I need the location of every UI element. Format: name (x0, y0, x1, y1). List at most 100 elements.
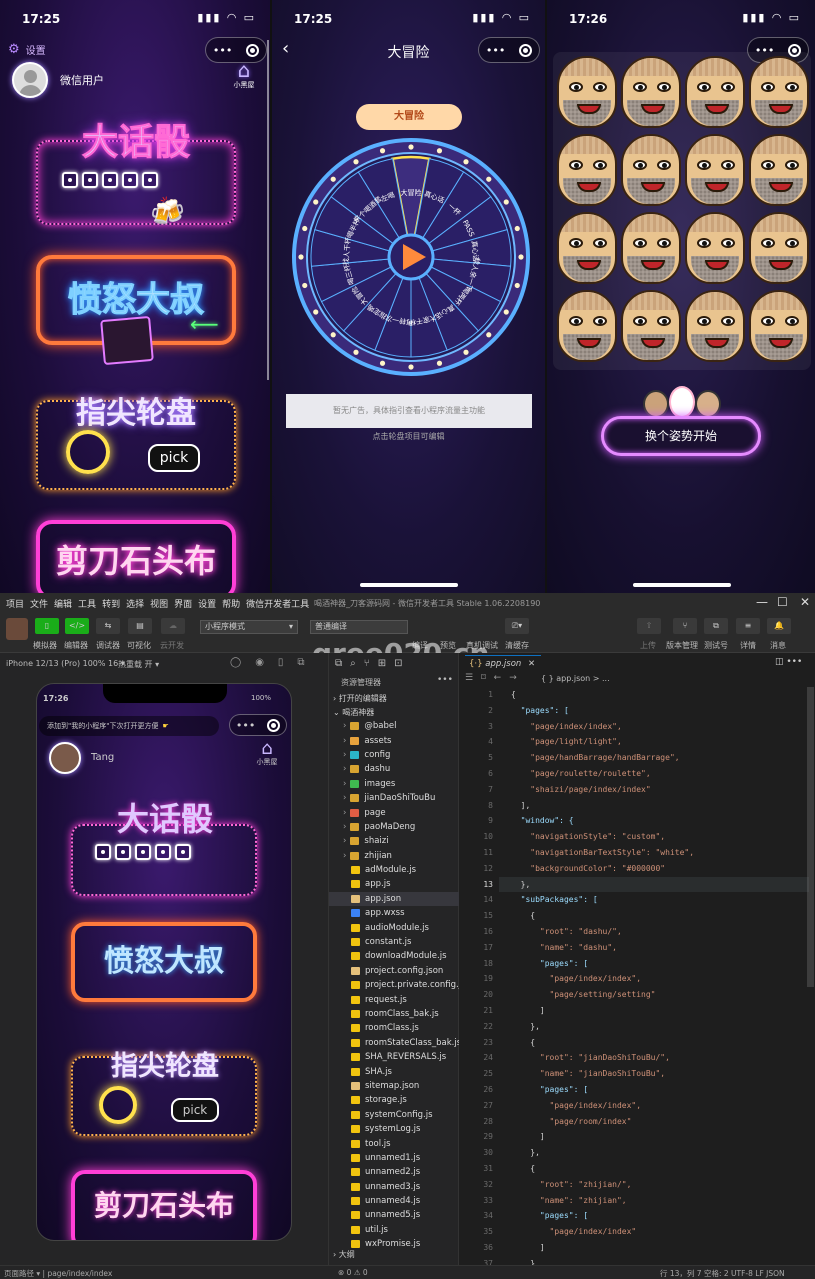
folder-item[interactable]: › config (329, 748, 459, 762)
file-item[interactable]: audioModule.js (329, 920, 459, 934)
open-editors-section[interactable]: › 打开的编辑器 (333, 693, 387, 704)
home-button[interactable]: ⌂ 小黑屋 (228, 58, 260, 90)
code-line[interactable]: "navigationStyle": "custom", (511, 829, 801, 845)
angry-uncle-face[interactable] (685, 134, 745, 206)
folder-item[interactable]: › shaizi (329, 834, 459, 848)
settings-button[interactable]: ⚙ 设置 (8, 42, 46, 57)
code-line[interactable]: "backgroundColor": "#000000" (511, 861, 801, 877)
code-line[interactable]: "page/index/index", (511, 719, 801, 735)
problems-count[interactable]: ⊗ 0 ⚠ 0 (338, 1268, 368, 1277)
code-line[interactable]: }, (511, 877, 801, 893)
code-line[interactable]: "pages": [ (511, 1208, 801, 1224)
code-line[interactable]: "name": "zhijian", (511, 1193, 801, 1209)
angry-uncle-face[interactable] (621, 56, 681, 128)
more-icon[interactable]: ••• (213, 44, 232, 57)
notification-icon[interactable]: 🔔 (767, 618, 791, 634)
file-item[interactable]: sitemap.json (329, 1079, 459, 1093)
file-item[interactable]: roomClass.js (329, 1021, 459, 1035)
file-item[interactable]: app.js (329, 877, 459, 891)
file-item[interactable]: systemConfig.js (329, 1108, 459, 1122)
folder-item[interactable]: › paoMaDeng (329, 820, 459, 834)
code-line[interactable]: "navigationBarTextStyle": "white", (511, 845, 801, 861)
angry-uncle-face[interactable] (557, 56, 617, 128)
file-item[interactable]: unnamed1.js (329, 1151, 459, 1165)
code-line[interactable]: ] (511, 1240, 801, 1256)
angry-uncle-face[interactable] (685, 212, 745, 284)
angry-uncle-face[interactable] (621, 212, 681, 284)
code-line[interactable]: "page/index/index", (511, 1098, 801, 1114)
menu-item[interactable]: 视图 (150, 597, 168, 610)
folder-item[interactable]: › dashu (329, 762, 459, 776)
file-item[interactable]: tool.js (329, 1136, 459, 1150)
avatar[interactable] (12, 62, 48, 98)
close-icon[interactable] (267, 718, 281, 732)
angry-uncle-face[interactable] (557, 134, 617, 206)
code-line[interactable]: "root": "zhijian/", (511, 1177, 801, 1193)
angry-uncle-face[interactable] (749, 290, 809, 362)
file-item[interactable]: roomClass_bak.js (329, 1007, 459, 1021)
visual-toggle-icon[interactable]: ▤ (128, 618, 152, 634)
code-line[interactable]: { (511, 1161, 801, 1177)
code-line[interactable]: "root": "dashu/", (511, 924, 801, 940)
test-account-icon[interactable]: ⧉ (704, 618, 728, 634)
file-item[interactable]: util.js (329, 1223, 459, 1237)
folder-item[interactable]: › images (329, 777, 459, 791)
angry-uncle-face[interactable] (749, 134, 809, 206)
code-line[interactable]: { (511, 1035, 801, 1051)
code-line[interactable]: ] (511, 1003, 801, 1019)
roulette-wheel[interactable]: 大冒险 真心话一杯PASS真心话找人亲一下喝两杯真心话大家干杯再转一次指定喝大冒险… (292, 138, 530, 376)
code-line[interactable]: "name": "jianDaoShiTouBu", (511, 1066, 801, 1082)
angry-uncle-face[interactable] (621, 134, 681, 206)
simulator-toggle-icon[interactable]: ▯ (35, 618, 59, 634)
menu-capsule[interactable]: ••• (229, 714, 287, 736)
details-icon[interactable]: ≡ (736, 618, 760, 634)
device-select[interactable]: iPhone 12/13 (Pro) 100% 16 ▾ (6, 659, 125, 668)
close-window-icon[interactable]: ✕ (800, 595, 810, 609)
mode-select[interactable]: 小程序模式 ▾ (200, 620, 298, 634)
more-icon[interactable]: ••• (486, 44, 505, 57)
close-icon[interactable] (519, 43, 533, 57)
compile-select[interactable]: 普通编译 (310, 620, 408, 634)
avatar[interactable] (6, 618, 28, 640)
minimize-icon[interactable]: — (756, 595, 768, 609)
code-line[interactable]: "page/roulette/roulette", (511, 766, 801, 782)
file-item[interactable]: request.js (329, 992, 459, 1006)
maximize-icon[interactable]: ☐ (777, 595, 788, 609)
home-button[interactable]: ⌂ 小黑屋 (251, 738, 283, 767)
code-line[interactable]: "page/handBarrage/handBarrage", (511, 750, 801, 766)
file-item[interactable]: adModule.js (329, 863, 459, 877)
outline-section[interactable]: › 大纲 (333, 1249, 355, 1260)
menu-item[interactable]: 界面 (174, 597, 192, 610)
code-line[interactable]: { (511, 687, 801, 703)
menu-item[interactable]: 选择 (126, 597, 144, 610)
angry-uncle-face[interactable] (685, 56, 745, 128)
angry-uncle-face[interactable] (749, 212, 809, 284)
code-line[interactable]: "name": "dashu", (511, 940, 801, 956)
code-line[interactable]: "pages": [ (511, 703, 801, 719)
code-line[interactable]: "page/setting/setting" (511, 987, 801, 1003)
minimap-scrollbar[interactable] (807, 687, 814, 987)
project-root[interactable]: ⌄ 喝酒神器 (333, 707, 374, 718)
cloud-dev-icon[interactable]: ☁ (161, 618, 185, 634)
close-tab-icon[interactable]: ✕ (528, 659, 535, 669)
folder-item[interactable]: › jianDaoShiTouBu (329, 791, 459, 805)
file-item[interactable]: downloadModule.js (329, 949, 459, 963)
code-line[interactable]: "shaizi/page/index/index" (511, 782, 801, 798)
folder-item[interactable]: › zhijian (329, 849, 459, 863)
folder-item[interactable]: › @babel (329, 719, 459, 733)
file-item[interactable]: app.wxss (329, 906, 459, 920)
file-item[interactable]: app.json (329, 891, 459, 907)
code-line[interactable]: ], (511, 798, 801, 814)
code-line[interactable]: ] (511, 1129, 801, 1145)
angry-uncle-face[interactable] (621, 290, 681, 362)
code-line[interactable]: "root": "jianDaoShiTouBu/", (511, 1050, 801, 1066)
clear-cache-icon[interactable]: ⎚▾ (505, 618, 529, 634)
angry-uncle-face[interactable] (557, 290, 617, 362)
angry-uncle-face[interactable] (685, 290, 745, 362)
menu-item[interactable]: 转到 (102, 597, 120, 610)
folder-item[interactable]: › page (329, 805, 459, 819)
code-line[interactable]: }, (511, 1019, 801, 1035)
more-icon[interactable]: ••• (236, 719, 255, 732)
upload-icon[interactable]: ⇧ (637, 618, 661, 634)
file-item[interactable]: unnamed2.js (329, 1165, 459, 1179)
